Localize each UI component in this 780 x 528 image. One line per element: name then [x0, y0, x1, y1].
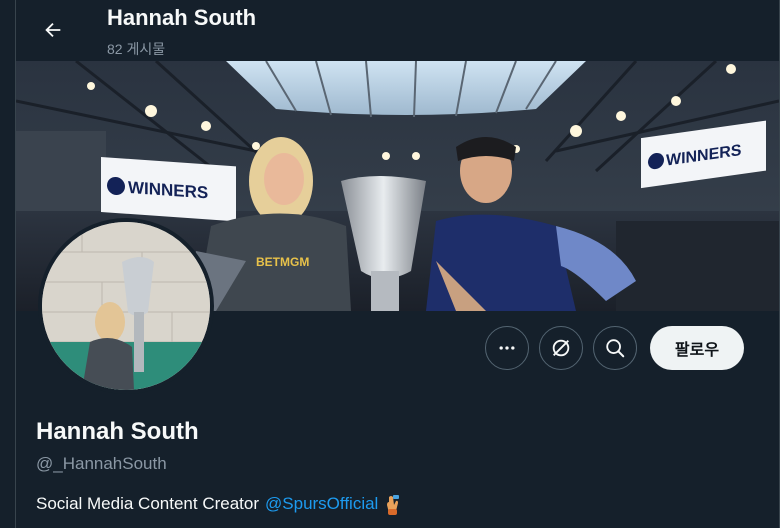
profile-bio: Social Media Content Creator @SpursOffic…: [36, 493, 402, 515]
avatar-image: [42, 222, 210, 390]
profile-handle: @_HannahSouth: [36, 454, 167, 473]
subscribe-icon: [552, 339, 570, 357]
subscribe-button[interactable]: [539, 326, 583, 370]
bio-text: Social Media Content Creator: [36, 494, 260, 513]
post-count: 82 게시물: [107, 41, 166, 57]
back-button[interactable]: [35, 12, 71, 48]
profile-name: Hannah South: [36, 418, 199, 445]
page-title: Hannah South: [107, 5, 257, 30]
profile-actions: [485, 326, 637, 372]
shirt-logo: BETMGM: [256, 255, 309, 269]
profile-avatar[interactable]: [38, 218, 214, 394]
follow-button[interactable]: 팔로우: [650, 326, 744, 370]
search-button[interactable]: [593, 326, 637, 370]
more-button[interactable]: [485, 326, 529, 370]
top-bar: Hannah South 82 게시물: [16, 0, 779, 61]
more-icon: [499, 346, 515, 350]
back-arrow-icon: [45, 22, 61, 38]
bio-mention-link[interactable]: @SpursOfficial: [265, 494, 378, 514]
hand-emoji-icon: [387, 495, 400, 515]
search-icon: [606, 339, 625, 358]
left-gutter: [0, 0, 15, 528]
profile-column: Hannah South 82 게시물 WINNERS WINNERS BETM…: [15, 0, 780, 528]
